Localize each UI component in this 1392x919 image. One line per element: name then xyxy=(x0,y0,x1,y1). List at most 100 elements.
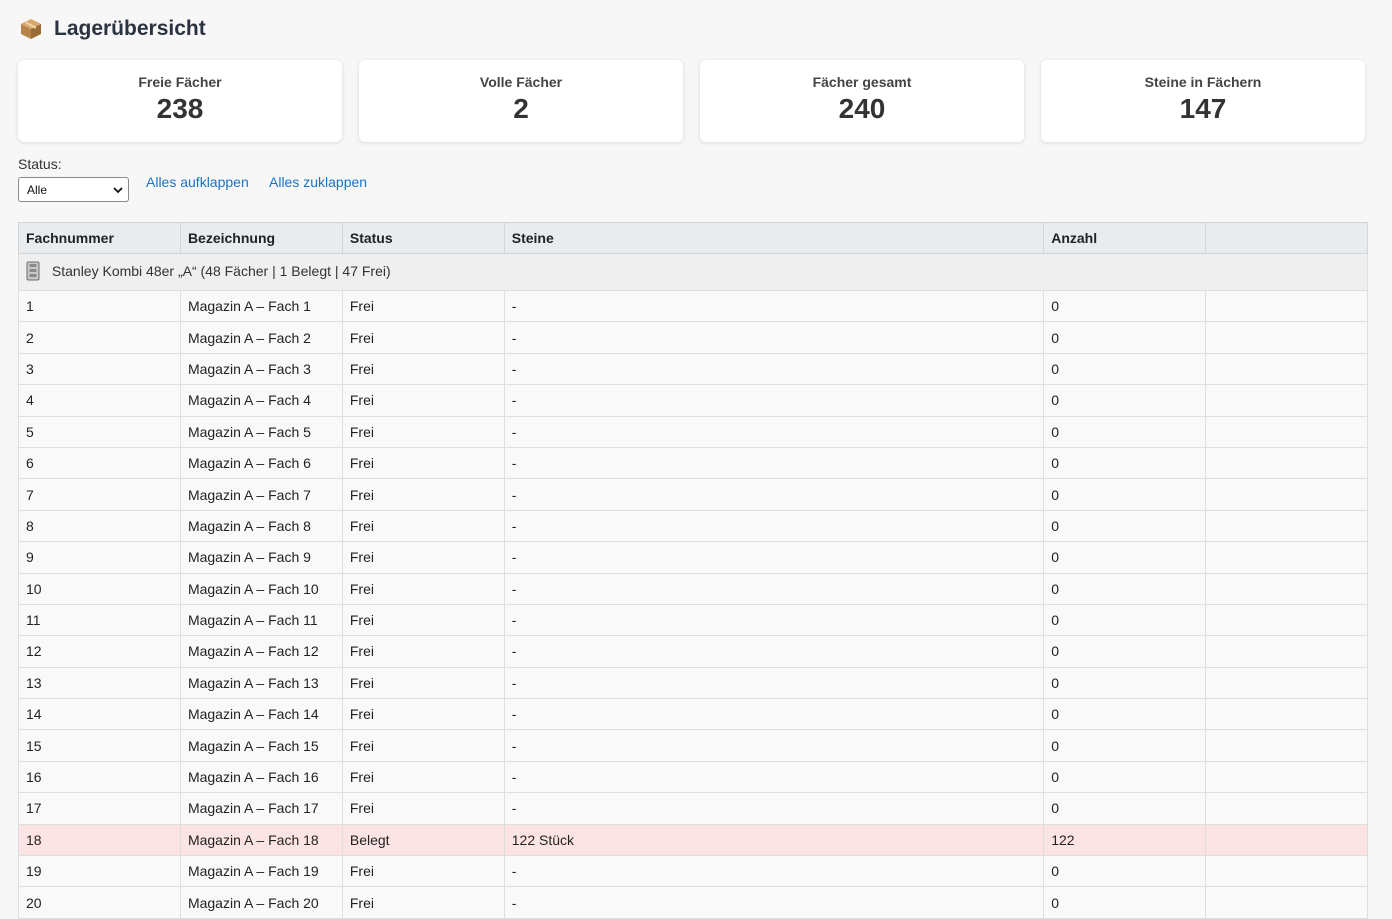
table-row[interactable]: 3 Magazin A – Fach 3 Frei -0 xyxy=(18,352,1368,386)
cell-status: Frei xyxy=(341,384,505,417)
table-row[interactable]: 6 Magazin A – Fach 6 Frei -0 xyxy=(18,446,1368,480)
cell-anzahl: 0 xyxy=(1043,698,1207,731)
stat-label: Volle Fächer xyxy=(479,74,563,90)
column-header-steine[interactable]: Steine xyxy=(503,222,1045,254)
table-row[interactable]: 18 Magazin A – Fach 18 Belegt 122 Stück 122 xyxy=(18,823,1368,857)
cell-anzahl: 0 xyxy=(1043,321,1207,354)
table-row[interactable]: 11 Magazin A – Fach 11 Frei -0 xyxy=(18,603,1368,637)
cell-status: Frei xyxy=(341,352,505,386)
cell-steine: - xyxy=(503,792,1045,825)
cell-empty xyxy=(1205,886,1368,919)
cell-steine: 122 Stück xyxy=(503,823,1045,857)
chevron-down-icon xyxy=(113,184,123,194)
cell-anzahl: 0 xyxy=(1043,792,1207,825)
cell-anzahl: 0 xyxy=(1043,384,1207,417)
column-header-status[interactable]: Status xyxy=(341,222,505,254)
cell-fachnummer: 8 xyxy=(18,509,181,543)
table-header-row: Fachnummer Bezeichnung Status Steine Anz… xyxy=(18,222,1368,254)
table-row[interactable]: 16 Magazin A – Fach 16 Frei -0 xyxy=(18,760,1368,794)
status-select[interactable]: Alle xyxy=(18,177,129,202)
cell-empty xyxy=(1205,666,1368,700)
cell-empty xyxy=(1205,289,1368,323)
cell-status: Frei xyxy=(341,415,505,448)
column-header-bezeichnung[interactable]: Bezeichnung xyxy=(179,222,343,254)
cell-anzahl: 0 xyxy=(1043,635,1207,668)
cell-status: Frei xyxy=(341,886,505,919)
cell-status: Frei xyxy=(341,792,505,825)
table-row[interactable]: 4 Magazin A – Fach 4 Frei -0 xyxy=(18,384,1368,417)
table-row[interactable]: 8 Magazin A – Fach 8 Frei -0 xyxy=(18,509,1368,543)
column-header-anzahl[interactable]: Anzahl xyxy=(1043,222,1207,254)
collapse-all-link[interactable]: Alles zuklappen xyxy=(269,174,367,190)
cell-steine: - xyxy=(503,886,1045,919)
status-select-value: Alle xyxy=(27,183,48,197)
table-row[interactable]: 10 Magazin A – Fach 10 Frei -0 xyxy=(18,572,1368,605)
table-row[interactable]: 2 Magazin A – Fach 2 Frei -0 xyxy=(18,321,1368,354)
cell-status: Frei xyxy=(341,635,505,668)
table-row[interactable]: 5 Magazin A – Fach 5 Frei -0 xyxy=(18,415,1368,448)
table-row[interactable]: 14 Magazin A – Fach 14 Frei -0 xyxy=(18,698,1368,731)
stat-value: 240 xyxy=(838,93,886,124)
cell-anzahl: 0 xyxy=(1043,478,1207,511)
table-row[interactable]: 15 Magazin A – Fach 15 Frei -0 xyxy=(18,729,1368,762)
cell-steine: - xyxy=(503,698,1045,731)
table-row[interactable]: 7 Magazin A – Fach 7 Frei -0 xyxy=(18,478,1368,511)
cell-bezeichnung: Magazin A – Fach 6 xyxy=(179,446,343,480)
cell-status: Frei xyxy=(341,478,505,511)
cell-fachnummer: 7 xyxy=(18,478,181,511)
cell-empty xyxy=(1205,572,1368,605)
table-row[interactable]: 17 Magazin A – Fach 17 Frei -0 xyxy=(18,792,1368,825)
stat-card-full: Volle Fächer 2 xyxy=(359,60,683,142)
cell-anzahl: 0 xyxy=(1043,760,1207,794)
cell-anzahl: 0 xyxy=(1043,729,1207,762)
cell-steine: - xyxy=(503,603,1045,637)
cell-bezeichnung: Magazin A – Fach 18 xyxy=(179,823,343,857)
package-icon xyxy=(20,18,42,40)
cell-fachnummer: 19 xyxy=(18,855,181,888)
stat-label: Freie Fächer xyxy=(138,74,222,90)
table-row[interactable]: 20 Magazin A – Fach 20 Frei -0 xyxy=(18,886,1368,919)
table-row[interactable]: 13 Magazin A – Fach 13 Frei -0 xyxy=(18,666,1368,700)
cell-steine: - xyxy=(503,321,1045,354)
cell-anzahl: 0 xyxy=(1043,352,1207,386)
expand-all-link[interactable]: Alles aufklappen xyxy=(146,174,249,190)
page-title: Lagerübersicht xyxy=(54,17,206,40)
cell-fachnummer: 14 xyxy=(18,698,181,731)
cell-empty xyxy=(1205,446,1368,480)
cell-steine: - xyxy=(503,415,1045,448)
cell-anzahl: 0 xyxy=(1043,541,1207,574)
table-row[interactable]: 12 Magazin A – Fach 12 Frei -0 xyxy=(18,635,1368,668)
cell-empty xyxy=(1205,509,1368,543)
cell-bezeichnung: Magazin A – Fach 13 xyxy=(179,666,343,700)
cell-bezeichnung: Magazin A – Fach 12 xyxy=(179,635,343,668)
cell-fachnummer: 4 xyxy=(18,384,181,417)
table-row[interactable]: 1 Magazin A – Fach 1 Frei -0 xyxy=(18,289,1368,323)
group-cell[interactable]: Stanley Kombi 48er „A“ (48 Fächer | 1 Be… xyxy=(18,253,1368,291)
cell-fachnummer: 9 xyxy=(18,541,181,574)
cell-empty xyxy=(1205,478,1368,511)
cell-status: Frei xyxy=(341,666,505,700)
cell-empty xyxy=(1205,321,1368,354)
cell-bezeichnung: Magazin A – Fach 11 xyxy=(179,603,343,637)
cell-anzahl: 0 xyxy=(1043,603,1207,637)
column-header-fachnummer[interactable]: Fachnummer xyxy=(18,222,181,254)
group-row[interactable]: Stanley Kombi 48er „A“ (48 Fächer | 1 Be… xyxy=(18,253,1368,291)
cell-steine: - xyxy=(503,572,1045,605)
cell-status: Belegt xyxy=(341,823,505,857)
cell-bezeichnung: Magazin A – Fach 2 xyxy=(179,321,343,354)
cell-empty xyxy=(1205,415,1368,448)
cell-anzahl: 0 xyxy=(1043,415,1207,448)
cell-bezeichnung: Magazin A – Fach 7 xyxy=(179,478,343,511)
cell-steine: - xyxy=(503,635,1045,668)
cell-fachnummer: 3 xyxy=(18,352,181,386)
cell-steine: - xyxy=(503,541,1045,574)
table-row[interactable]: 19 Magazin A – Fach 19 Frei -0 xyxy=(18,855,1368,888)
cell-fachnummer: 5 xyxy=(18,415,181,448)
cell-bezeichnung: Magazin A – Fach 4 xyxy=(179,384,343,417)
status-filter-label: Status: xyxy=(18,156,62,172)
cell-steine: - xyxy=(503,855,1045,888)
cell-bezeichnung: Magazin A – Fach 16 xyxy=(179,760,343,794)
table-row[interactable]: 9 Magazin A – Fach 9 Frei -0 xyxy=(18,541,1368,574)
cell-status: Frei xyxy=(341,572,505,605)
cell-bezeichnung: Magazin A – Fach 10 xyxy=(179,572,343,605)
